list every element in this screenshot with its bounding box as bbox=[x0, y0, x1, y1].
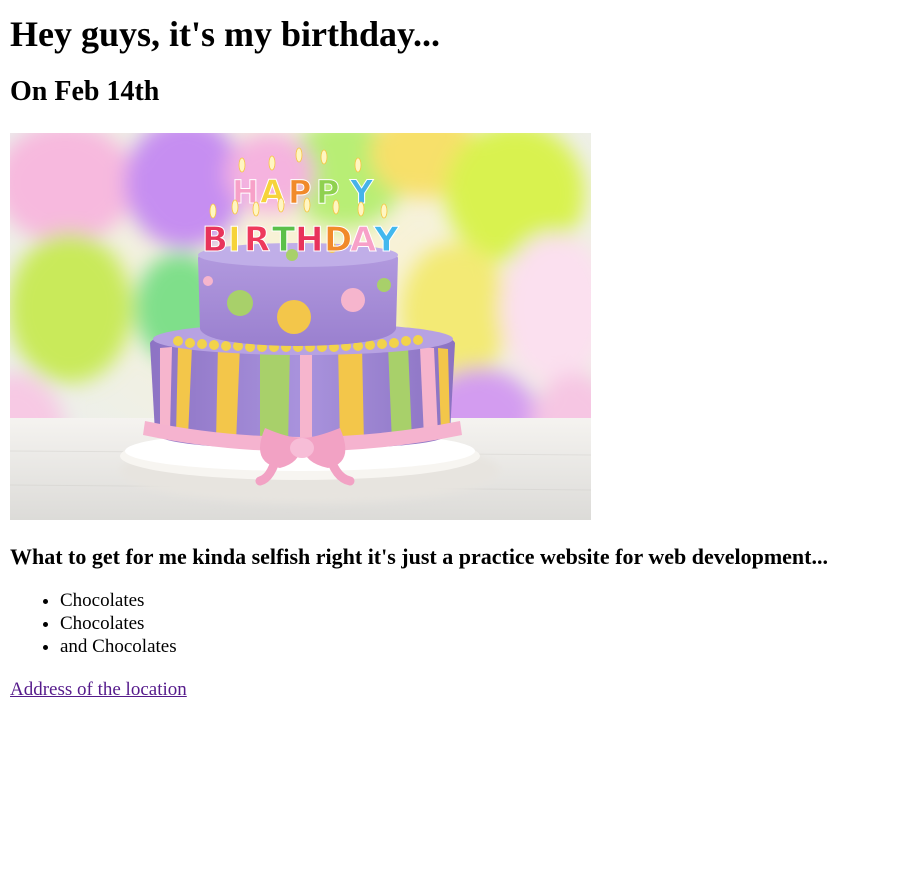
wishlist: Chocolates Chocolates and Chocolates bbox=[10, 589, 888, 658]
svg-text:I: I bbox=[228, 220, 241, 260]
svg-text:Y: Y bbox=[373, 220, 399, 260]
svg-text:T: T bbox=[272, 220, 296, 260]
location-link[interactable]: Address of the location bbox=[10, 678, 187, 701]
date-heading: On Feb 14th bbox=[10, 76, 160, 107]
birthday-cake-image: H A P P Y B I R T H D A Y bbox=[10, 133, 591, 520]
svg-text:H: H bbox=[295, 220, 323, 260]
list-item: Chocolates bbox=[60, 589, 888, 612]
wishlist-heading: What to get for me kinda selfish right i… bbox=[10, 544, 828, 569]
list-item: and Chocolates bbox=[60, 635, 888, 658]
page-title: Hey guys, it's my birthday... bbox=[10, 14, 441, 54]
page-content: Hey guys, it's my birthday... On Feb 14t… bbox=[0, 12, 898, 701]
svg-text:D: D bbox=[324, 220, 352, 260]
svg-text:R: R bbox=[244, 220, 270, 260]
svg-text:B: B bbox=[202, 220, 228, 260]
svg-text:A: A bbox=[350, 220, 377, 260]
list-item: Chocolates bbox=[60, 612, 888, 635]
